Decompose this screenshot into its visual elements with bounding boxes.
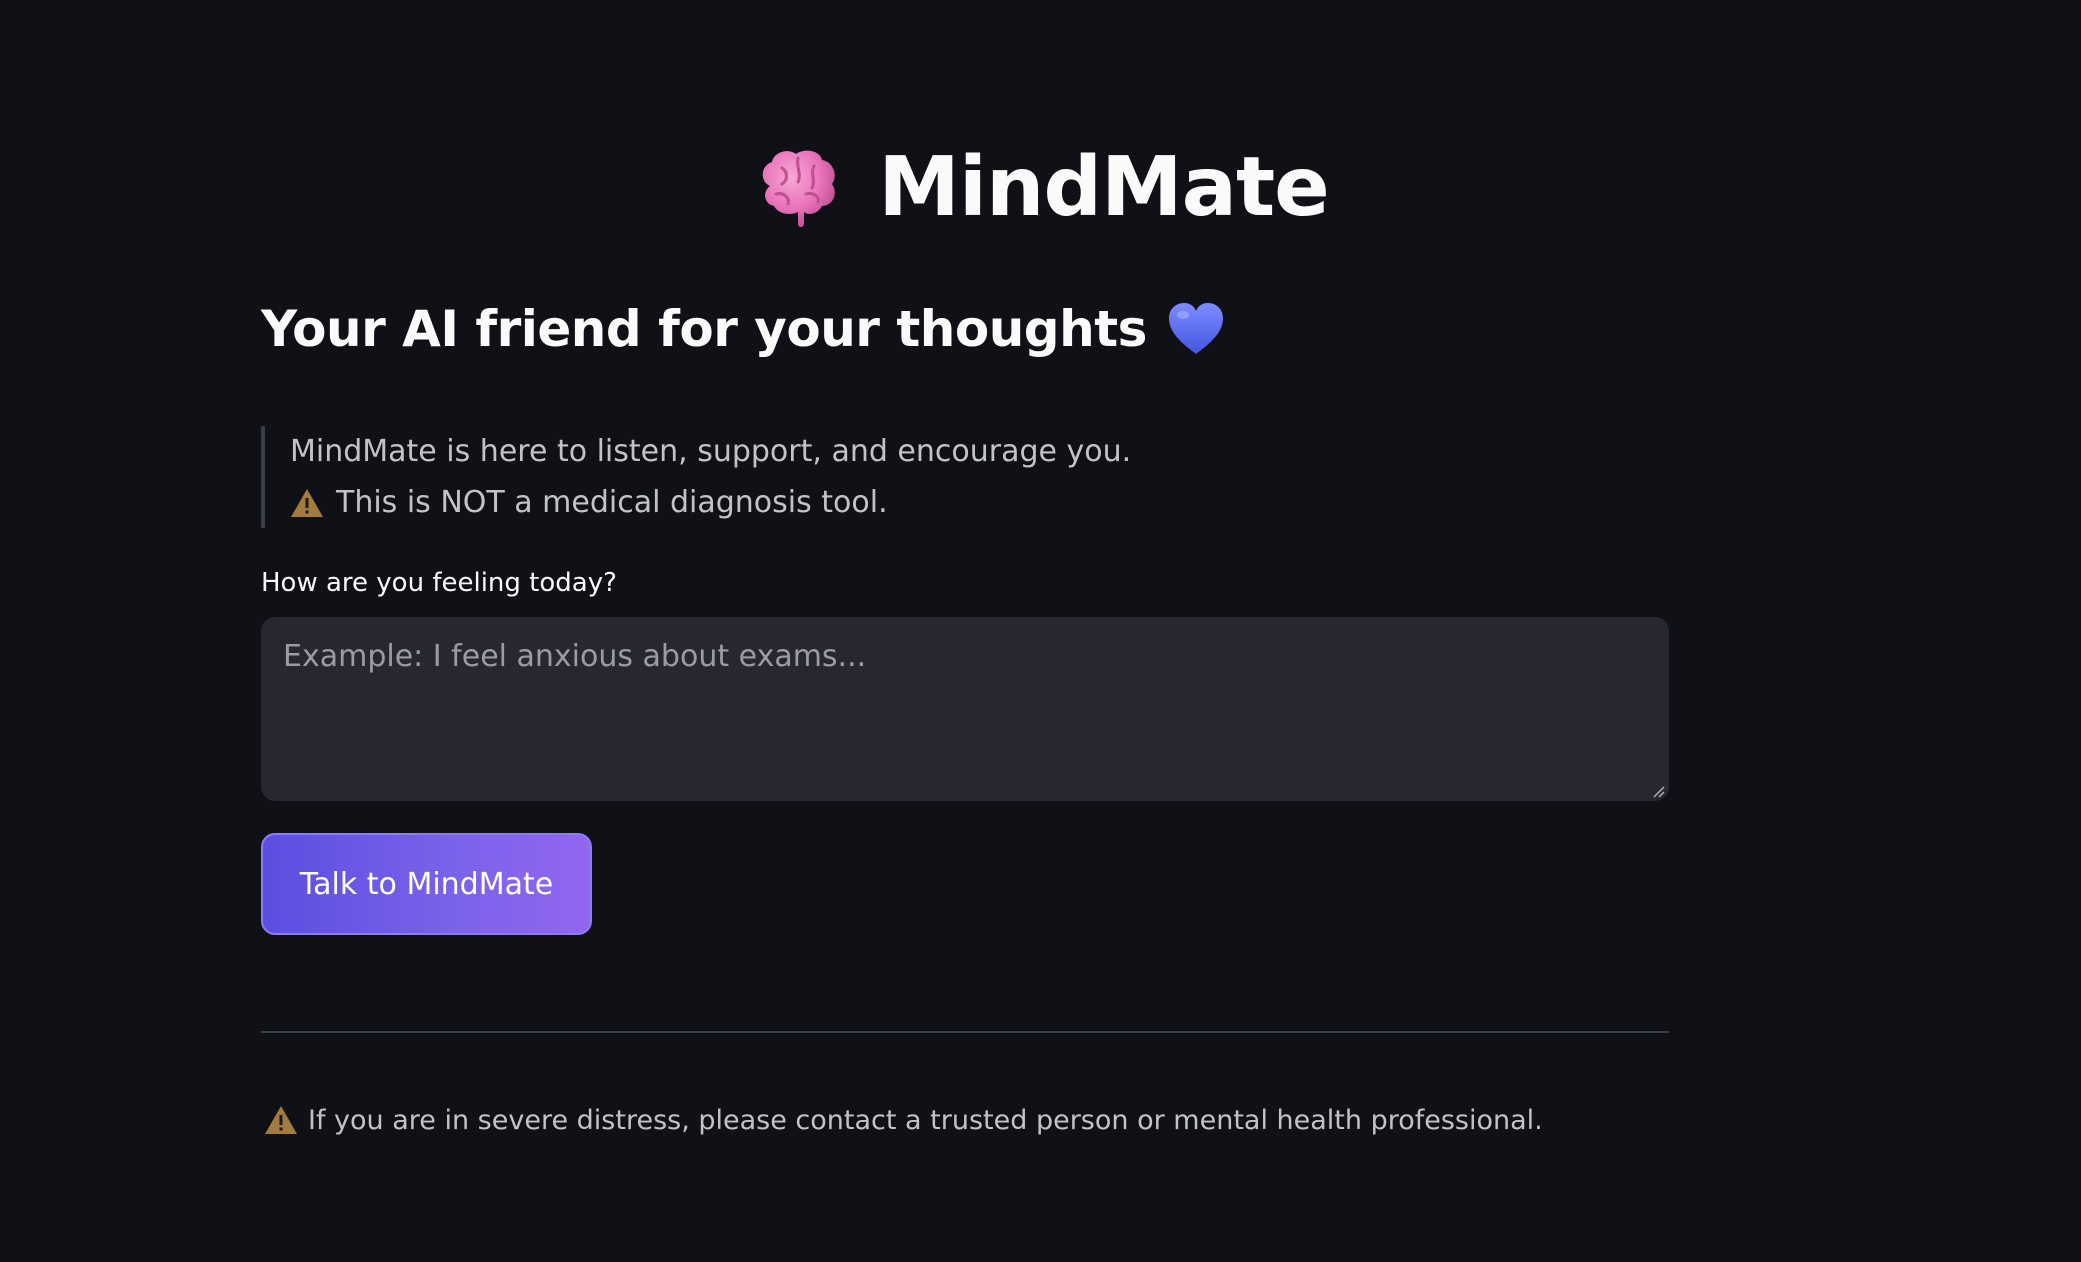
divider xyxy=(261,1031,1669,1033)
disclaimer-text: This is NOT a medical diagnosis tool. xyxy=(336,485,888,520)
disclaimer-line: This is NOT a medical diagnosis tool. xyxy=(290,477,1261,528)
intro-blockquote: MindMate is here to listen, support, and… xyxy=(261,426,1261,528)
footer-note: If you are in severe distress, please co… xyxy=(264,1100,1543,1140)
feeling-textarea-container xyxy=(261,617,1669,801)
subtitle: Your AI friend for your thoughts xyxy=(261,294,1225,364)
app-page: MindMate Your AI friend for your thought… xyxy=(0,0,2081,1262)
feeling-textarea[interactable] xyxy=(261,617,1669,801)
brain-icon xyxy=(752,142,844,234)
footer-note-text: If you are in severe distress, please co… xyxy=(308,1104,1543,1136)
blue-heart-icon xyxy=(1167,302,1225,356)
resize-handle-icon[interactable] xyxy=(1651,783,1665,798)
intro-line-text: MindMate is here to listen, support, and… xyxy=(290,434,1132,469)
feeling-label: How are you feeling today? xyxy=(261,568,617,598)
subtitle-text: Your AI friend for your thoughts xyxy=(261,300,1147,358)
intro-line: MindMate is here to listen, support, and… xyxy=(290,426,1261,477)
warning-icon xyxy=(264,1105,298,1135)
app-title: MindMate xyxy=(0,128,2081,248)
talk-to-mindmate-button[interactable]: Talk to MindMate xyxy=(261,833,592,935)
app-title-text: MindMate xyxy=(878,140,1330,235)
warning-icon xyxy=(290,488,324,518)
